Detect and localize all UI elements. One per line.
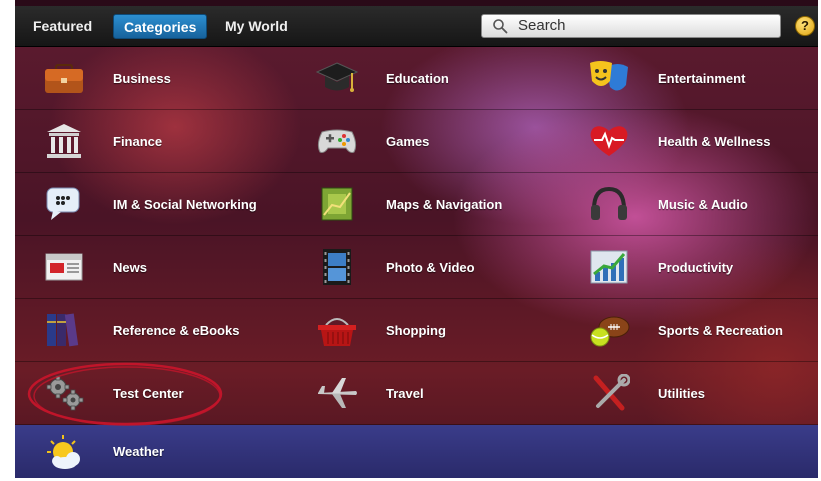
sun-cloud-icon — [47, 435, 80, 469]
category-label: Shopping — [386, 323, 446, 338]
wrench-screwdriver-icon — [593, 374, 630, 411]
gears-icon — [46, 375, 84, 411]
theater-masks-icon — [590, 61, 628, 91]
bank-icon — [47, 124, 81, 158]
category-row: Business Education Entertainment — [15, 47, 818, 110]
sports-balls-icon — [590, 316, 630, 347]
briefcase-icon — [45, 64, 83, 93]
category-label: Test Center — [113, 386, 184, 401]
category-label: Travel — [386, 386, 424, 401]
category-weather[interactable]: Weather — [15, 425, 285, 478]
category-productivity[interactable]: Productivity — [560, 236, 818, 299]
newspaper-icon — [45, 253, 83, 281]
search-input[interactable]: Search — [481, 14, 781, 38]
chat-bubble-icon — [46, 187, 80, 220]
top-nav-bar: Featured Categories My World Search ? — [15, 6, 818, 47]
gamepad-icon — [317, 129, 357, 153]
category-im-social-networking[interactable]: IM & Social Networking — [15, 173, 285, 236]
category-label: Business — [113, 71, 171, 86]
category-maps-navigation[interactable]: Maps & Navigation — [288, 173, 558, 236]
category-reference-ebooks[interactable]: Reference & eBooks — [15, 299, 285, 362]
category-entertainment[interactable]: Entertainment — [560, 47, 818, 110]
map-icon — [321, 187, 353, 221]
category-label: Entertainment — [658, 71, 746, 86]
category-label: Health & Wellness — [658, 134, 771, 149]
headphones-icon — [591, 186, 627, 220]
category-label: Reference & eBooks — [113, 323, 240, 338]
category-music-audio[interactable]: Music & Audio — [560, 173, 818, 236]
category-label: Weather — [113, 444, 165, 459]
category-news[interactable]: News — [15, 236, 285, 299]
category-shopping[interactable]: Shopping — [288, 299, 558, 362]
tab-categories[interactable]: Categories — [113, 14, 208, 39]
category-test-center[interactable]: Test Center — [15, 362, 285, 425]
category-photo-video[interactable]: Photo & Video — [288, 236, 558, 299]
category-label: Games — [386, 134, 430, 149]
category-education[interactable]: Education — [288, 47, 558, 110]
category-utilities[interactable]: Utilities — [560, 362, 818, 425]
search-icon — [493, 19, 508, 34]
category-travel[interactable]: Travel — [288, 362, 558, 425]
graduation-cap-icon — [316, 62, 358, 92]
growth-chart-icon — [590, 250, 628, 284]
books-icon — [47, 313, 79, 347]
category-row: Weather — [15, 425, 818, 478]
category-label: Finance — [113, 134, 163, 149]
shopping-basket-icon — [318, 318, 356, 346]
app-window: Featured Categories My World Search ? Bu… — [15, 0, 818, 478]
heart-pulse-icon — [590, 126, 628, 156]
category-label: IM & Social Networking — [113, 197, 257, 212]
search-placeholder: Search — [518, 17, 566, 34]
category-games[interactable]: Games — [288, 110, 558, 173]
categories-grid: Business Education Entertainment Finance… — [15, 47, 818, 478]
category-label: Photo & Video — [386, 260, 475, 275]
category-row: Test Center Travel Utilities — [15, 362, 818, 425]
category-label: Education — [386, 71, 449, 86]
category-row: IM & Social Networking Maps & Navigation… — [15, 173, 818, 236]
category-label: Sports & Recreation — [658, 323, 783, 338]
category-business[interactable]: Business — [15, 47, 285, 110]
help-button[interactable]: ? — [795, 16, 815, 36]
category-label: News — [113, 260, 147, 275]
category-label: Music & Audio — [658, 197, 748, 212]
category-finance[interactable]: Finance — [15, 110, 285, 173]
tab-featured[interactable]: Featured — [23, 14, 102, 39]
category-sports-recreation[interactable]: Sports & Recreation — [560, 299, 818, 362]
airplane-icon — [318, 378, 357, 408]
film-strip-icon — [323, 249, 351, 285]
category-health-wellness[interactable]: Health & Wellness — [560, 110, 818, 173]
category-row: Reference & eBooks Shopping Sports & Rec… — [15, 299, 818, 362]
category-row: Finance Games Health & Wellness — [15, 110, 818, 173]
category-label: Productivity — [658, 260, 734, 275]
category-label: Utilities — [658, 386, 705, 401]
tab-my-world[interactable]: My World — [215, 14, 298, 39]
category-row: News Photo & Video Productivity — [15, 236, 818, 299]
category-label: Maps & Navigation — [386, 197, 503, 212]
